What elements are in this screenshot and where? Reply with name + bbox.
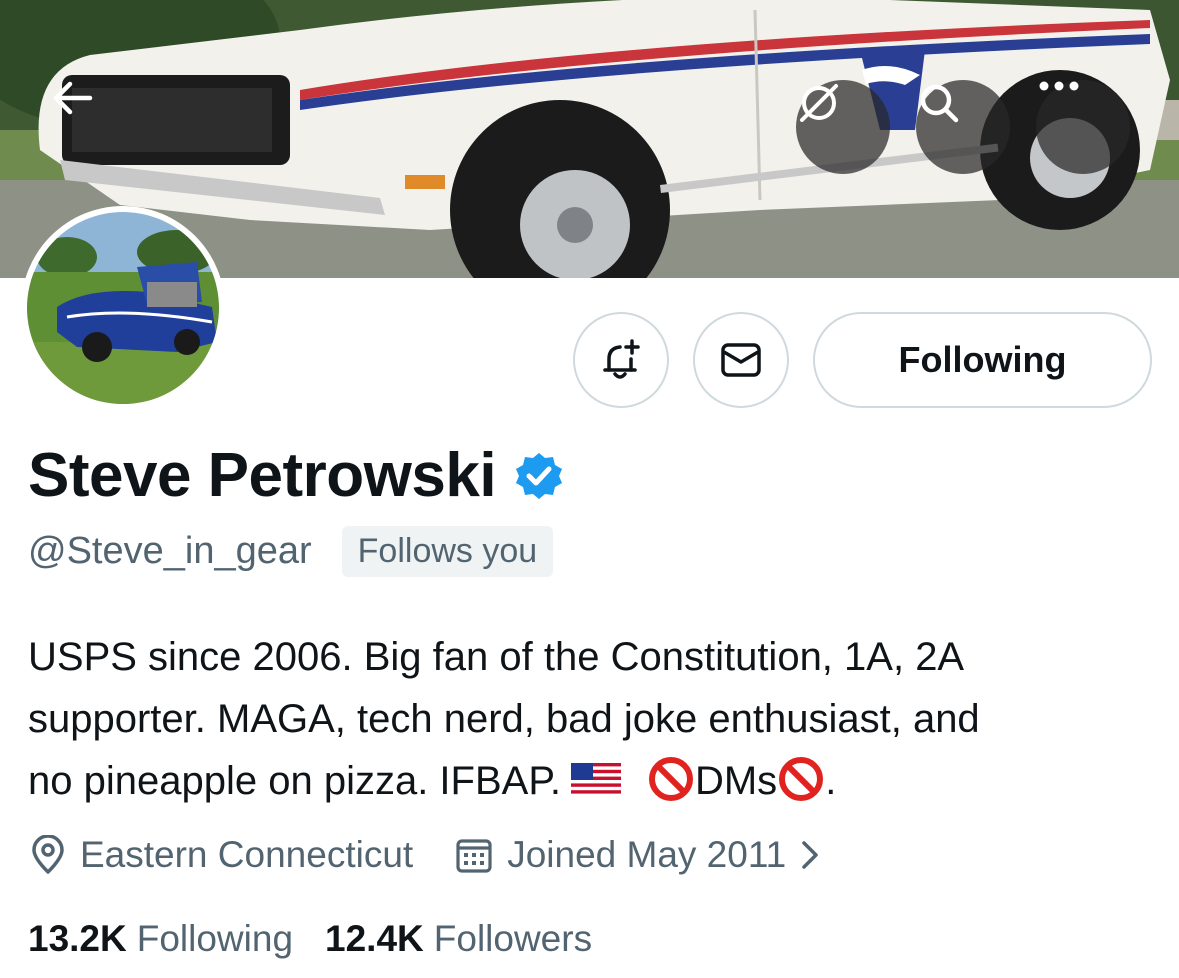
calendar-icon: [456, 839, 492, 873]
following-label: Following: [136, 918, 294, 959]
more-icon: [1039, 81, 1079, 91]
arrow-left-icon: [53, 81, 93, 115]
location-text: Eastern Connecticut: [80, 834, 414, 875]
followers-count: 12.4K: [325, 918, 424, 959]
notifications-button[interactable]: [573, 312, 669, 408]
joined-text: Joined May 2011: [507, 834, 787, 875]
follow-stats: 13.2K Following 12.4K Followers: [28, 918, 592, 960]
display-name: Steve Petrowski: [28, 441, 497, 510]
handle: @Steve_in_gear: [28, 530, 312, 572]
bio-line: supporter. MAGA, tech nerd, bad joke ent…: [28, 697, 980, 741]
grok-icon: [800, 84, 838, 122]
bio-line-text: no pineapple on pizza. IFBAP.: [28, 759, 561, 803]
back-button[interactable]: [50, 80, 144, 174]
search-button[interactable]: [916, 80, 1010, 174]
location-pin-icon: [32, 835, 64, 874]
message-button[interactable]: [693, 312, 789, 408]
bio-dms-text: DMs: [694, 759, 778, 803]
avatar[interactable]: [21, 206, 225, 410]
verified-badge-icon[interactable]: [514, 451, 564, 501]
followers-label: Followers: [433, 918, 593, 959]
bio-line: USPS since 2006. Big fan of the Constitu…: [28, 635, 965, 679]
more-button[interactable]: [1036, 80, 1130, 174]
search-icon: [920, 84, 959, 123]
bio-end-text: .: [825, 759, 837, 803]
chevron-right-icon: [802, 841, 818, 869]
following-stat[interactable]: 13.2K Following: [28, 918, 293, 960]
prohibited-icon: [648, 757, 693, 801]
location-item: Eastern Connecticut: [30, 834, 413, 876]
prohibited-icon: [779, 757, 824, 801]
us-flag-icon: [570, 763, 621, 797]
following-button[interactable]: Following: [813, 312, 1152, 408]
bell-plus-icon: [603, 339, 640, 379]
name-row: Steve Petrowski: [28, 440, 564, 511]
joined-item[interactable]: Joined May 2011: [455, 834, 834, 876]
bio-line-last: no pineapple on pizza. IFBAP. DMs .: [28, 750, 1148, 812]
follows-you-badge: Follows you: [341, 526, 554, 577]
envelope-icon: [721, 343, 761, 377]
avatar-image: [27, 212, 219, 404]
bio: USPS since 2006. Big fan of the Constitu…: [28, 626, 1148, 812]
grok-button[interactable]: [796, 80, 890, 174]
profile-meta: Eastern Connecticut Joined May 2011: [30, 834, 834, 876]
following-count: 13.2K: [28, 918, 127, 959]
followers-stat[interactable]: 12.4K Followers: [325, 918, 592, 960]
handle-row: @Steve_in_gear Follows you: [28, 526, 554, 577]
